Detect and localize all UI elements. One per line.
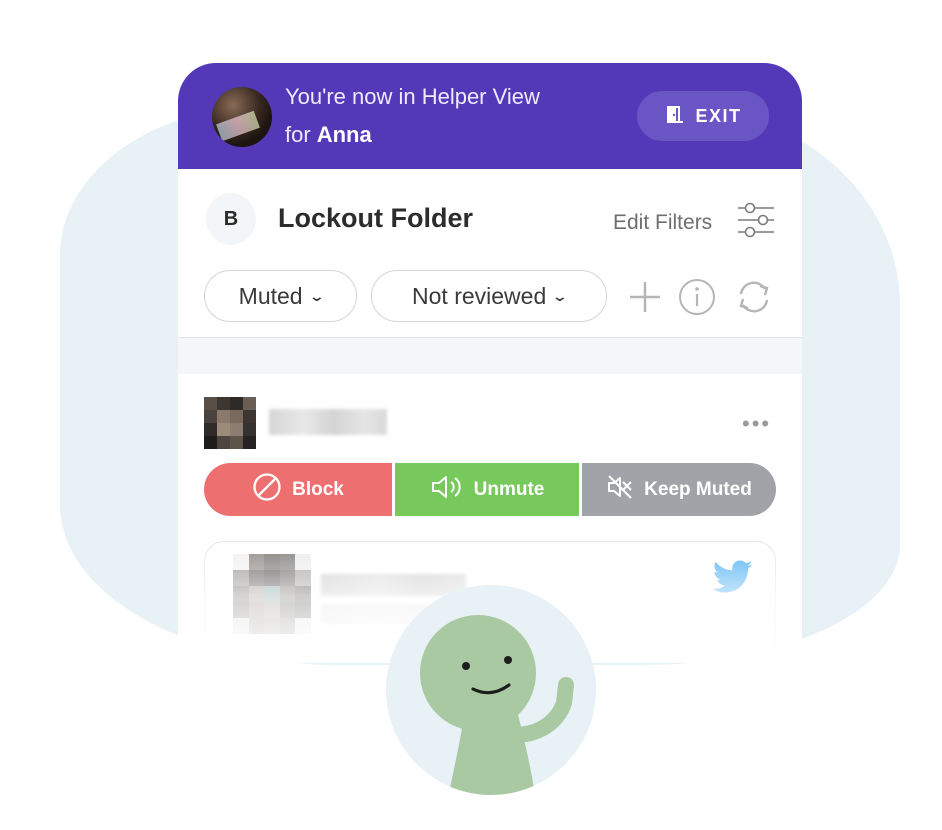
exit-helper-view-button[interactable]: EXIT: [637, 91, 769, 141]
app-logo-letter: B: [223, 207, 239, 230]
mascot-badge: [386, 585, 596, 795]
plus-icon[interactable]: [628, 280, 662, 319]
speaker-muted-icon: [606, 473, 634, 507]
more-options-icon[interactable]: •••: [742, 411, 771, 437]
unmute-button[interactable]: Unmute: [395, 463, 582, 516]
sliders-icon[interactable]: [736, 200, 776, 245]
app-panel: You're now in Helper View for Anna EXIT B…: [178, 63, 802, 663]
helper-view-message: You're now in Helper View: [285, 84, 540, 109]
muted-account-avatar: [204, 397, 256, 449]
muted-filter-label: Muted: [238, 282, 303, 309]
helper-view-banner: You're now in Helper View for Anna EXIT: [178, 63, 802, 169]
prohibit-icon: [252, 472, 282, 508]
refresh-icon[interactable]: [734, 278, 774, 321]
exit-label: EXIT: [695, 105, 742, 126]
waving-mascot-icon: [420, 615, 574, 795]
edit-filters-link[interactable]: Edit Filters: [613, 211, 712, 235]
door-exit-icon: [664, 103, 686, 130]
blurred-username: [269, 409, 387, 435]
app-logo: B: [206, 193, 256, 245]
section-divider: [178, 337, 802, 374]
helper-user-avatar: [212, 87, 272, 147]
keep-muted-label: Keep Muted: [644, 478, 752, 500]
keep-muted-button[interactable]: Keep Muted: [582, 463, 776, 516]
speaker-icon: [430, 473, 464, 507]
block-label: Block: [292, 478, 344, 500]
helper-user-name: Anna: [316, 122, 372, 147]
muted-filter-dropdown[interactable]: Muted ⌄: [204, 270, 357, 322]
helper-view-target: for Anna: [285, 122, 372, 148]
review-filter-dropdown[interactable]: Not reviewed ⌄: [371, 270, 607, 322]
chevron-down-icon: ⌄: [308, 287, 325, 304]
info-icon[interactable]: [678, 278, 716, 321]
unmute-label: Unmute: [473, 478, 545, 500]
folder-title: Lockout Folder: [278, 203, 473, 233]
review-filter-label: Not reviewed: [412, 282, 547, 309]
moderation-actions: Block Unmute Keep Muted: [204, 463, 776, 516]
block-button[interactable]: Block: [204, 463, 395, 516]
helper-for-label: for: [285, 122, 311, 147]
chevron-down-icon: ⌄: [551, 287, 569, 304]
